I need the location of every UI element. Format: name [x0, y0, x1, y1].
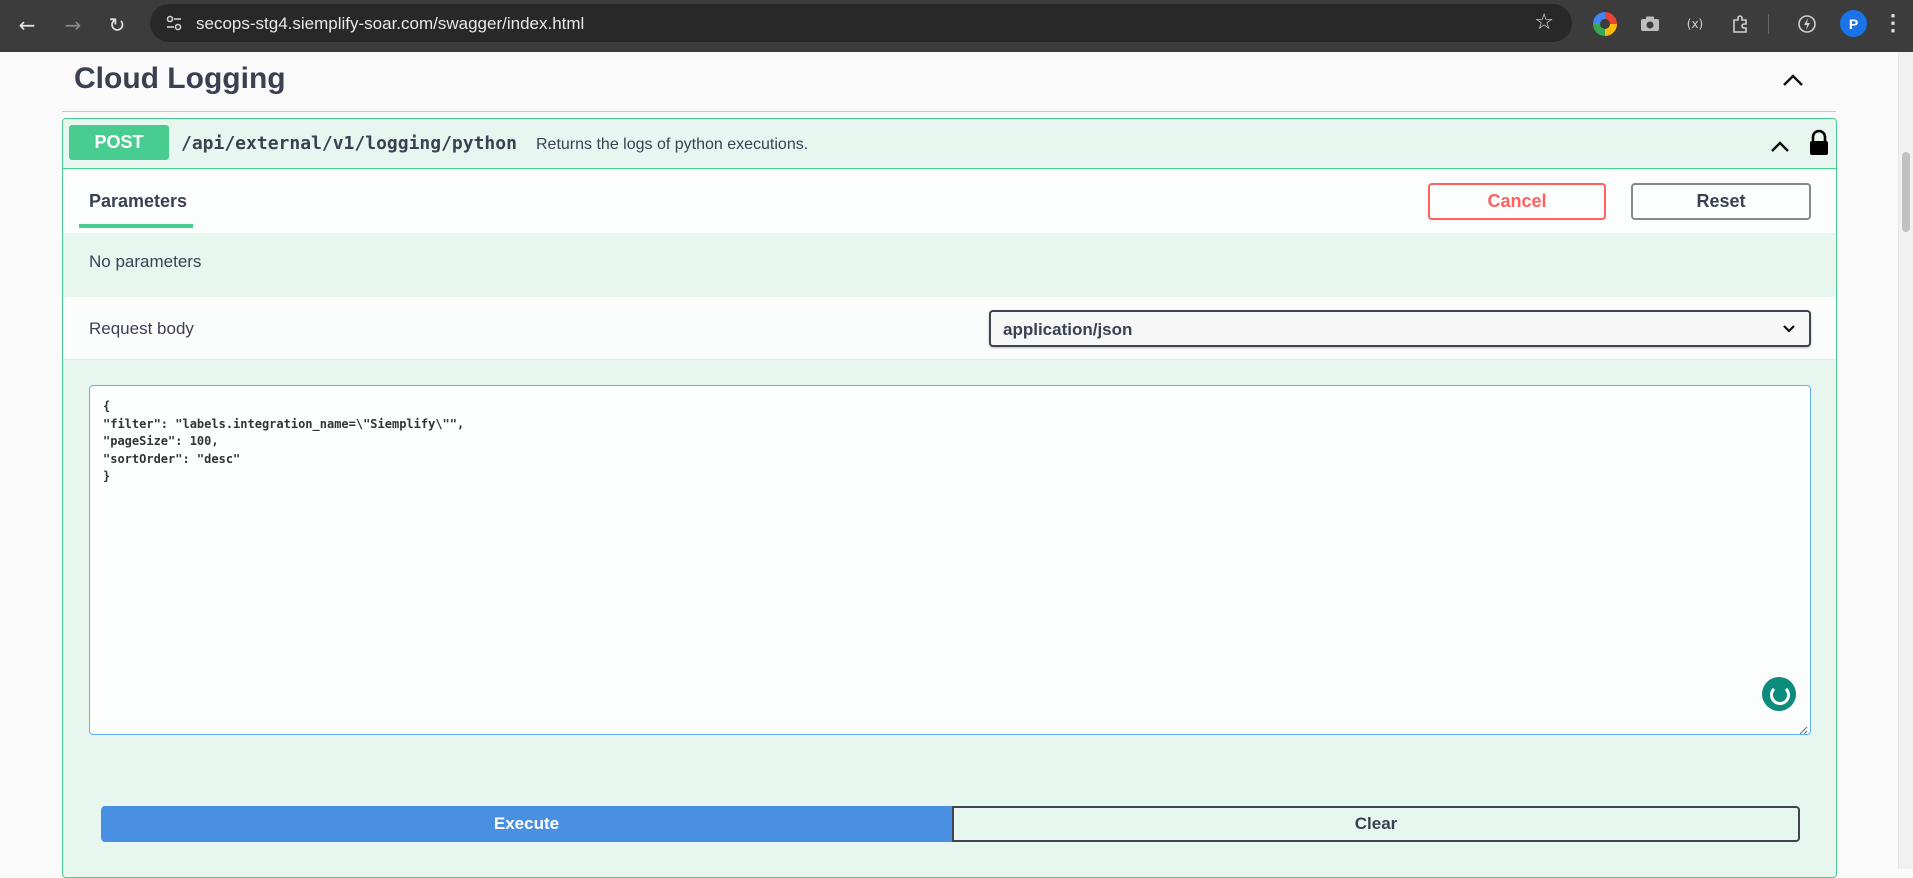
color-extension-icon[interactable] [1593, 12, 1617, 36]
bookmark-star-icon[interactable]: ☆ [1534, 10, 1554, 35]
tab-parameters[interactable]: Parameters [89, 191, 187, 212]
operation-path: /api/external/v1/logging/python [181, 133, 517, 154]
tab-active-indicator [79, 224, 193, 228]
grammar-assistant-icon[interactable] [1762, 677, 1796, 711]
back-icon[interactable]: ← [12, 10, 42, 40]
execute-button[interactable]: Execute [101, 806, 952, 842]
request-body-json[interactable]: { "filter": "labels.integration_name=\"S… [103, 398, 464, 486]
reset-button[interactable]: Reset [1631, 183, 1811, 220]
extensions-puzzle-icon[interactable] [1728, 12, 1752, 36]
performance-icon[interactable] [1795, 12, 1819, 36]
profile-avatar[interactable]: P [1840, 10, 1867, 37]
http-method-badge: POST [69, 125, 169, 160]
request-body-textarea[interactable]: { "filter": "labels.integration_name=\"S… [89, 385, 1811, 735]
section-title[interactable]: Cloud Logging [74, 62, 286, 96]
content-type-select[interactable]: application/json [989, 310, 1811, 347]
clear-button[interactable]: Clear [952, 806, 1800, 842]
section-divider [62, 111, 1836, 112]
camera-extension-icon[interactable] [1638, 12, 1662, 36]
page-scrollbar[interactable] [1898, 52, 1913, 869]
toolbar-divider [1768, 14, 1769, 34]
variable-extension-icon[interactable]: (x) [1683, 12, 1707, 36]
request-body-label: Request body [89, 319, 194, 338]
operation-collapse-chevron-up-icon[interactable] [1763, 129, 1797, 163]
resize-handle-icon[interactable] [1798, 722, 1808, 735]
cancel-button[interactable]: Cancel [1428, 183, 1606, 220]
forward-icon[interactable]: → [58, 10, 88, 40]
lock-icon[interactable] [1806, 128, 1832, 158]
reload-icon[interactable]: ↻ [102, 10, 132, 40]
browser-toolbar: ← → ↻ secops-stg4.siemplify-soar.com/swa… [0, 0, 1913, 52]
scrollbar-thumb[interactable] [1902, 152, 1910, 232]
operation-block-post: POST /api/external/v1/logging/python Ret… [62, 118, 1837, 878]
operation-summary[interactable]: POST /api/external/v1/logging/python Ret… [63, 119, 1836, 169]
more-menu-icon[interactable]: ⋮ [1882, 10, 1904, 36]
no-parameters-text: No parameters [89, 252, 202, 271]
address-bar[interactable]: secops-stg4.siemplify-soar.com/swagger/i… [150, 4, 1572, 42]
section-collapse-chevron-up-icon[interactable] [1775, 62, 1811, 98]
url-text[interactable]: secops-stg4.siemplify-soar.com/swagger/i… [196, 14, 584, 34]
site-info-icon[interactable] [164, 13, 184, 33]
operation-description: Returns the logs of python executions. [536, 136, 809, 153]
content-type-value: application/json [1003, 320, 1133, 339]
chevron-down-icon [1781, 322, 1797, 336]
